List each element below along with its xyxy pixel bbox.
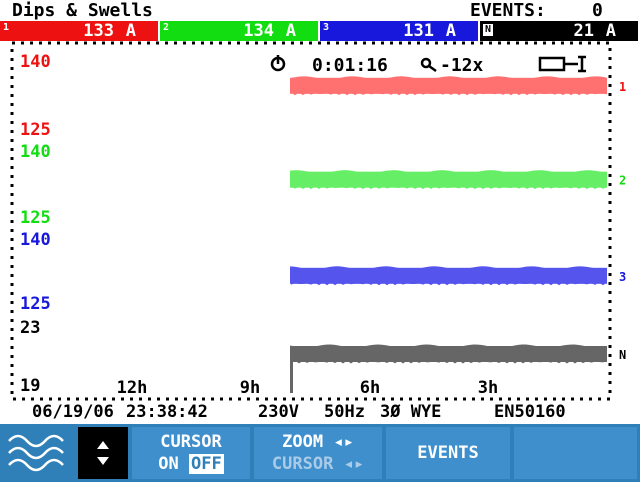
x-tick-label: 12h bbox=[117, 378, 148, 398]
trend-chart: 0:01:16 -12x 1401251140125214012532319N … bbox=[10, 41, 626, 401]
zoom-cursor-row: CURSOR ◂▸ bbox=[254, 453, 382, 475]
events-count: 0 bbox=[592, 0, 603, 21]
time-readout: 23:38:42 bbox=[126, 402, 208, 422]
zoom-button[interactable]: ZOOM ◂▸ CURSOR ◂▸ bbox=[254, 427, 382, 479]
reading-phase-3: 3 131 A bbox=[320, 21, 478, 41]
events-button[interactable]: EVENTS bbox=[386, 427, 510, 479]
reading-unit: A bbox=[605, 21, 616, 41]
zoom-icon bbox=[420, 57, 437, 73]
channel-index: 3 bbox=[323, 22, 330, 33]
axis-max-label: 140 bbox=[20, 52, 51, 72]
reading-value: 131 bbox=[403, 21, 434, 41]
reading-phase-2: 2 134 A bbox=[160, 21, 318, 41]
zoom-label: ZOOM bbox=[282, 432, 324, 452]
info-bar: 06/19/06 23:38:42 230V 50Hz 3Ø WYE EN501… bbox=[0, 400, 640, 424]
reading-value: 133 bbox=[83, 21, 114, 41]
up-down-button[interactable] bbox=[78, 427, 128, 479]
reading-phase-1: 1 133 A bbox=[0, 21, 158, 41]
limits-standard: EN50160 bbox=[494, 402, 566, 422]
timer-icon bbox=[270, 55, 286, 72]
zoom-cursor-label: CURSOR bbox=[271, 454, 334, 474]
screen-title: Dips & Swells bbox=[12, 0, 153, 21]
mains-power-icon bbox=[538, 55, 586, 73]
empty-softkey[interactable] bbox=[514, 427, 637, 479]
wiring-config: 3Ø WYE bbox=[380, 402, 442, 422]
channel-index: 1 bbox=[3, 22, 10, 33]
events-button-label: EVENTS bbox=[417, 443, 479, 463]
reading-unit: A bbox=[445, 21, 456, 41]
nominal-frequency: 50Hz bbox=[324, 402, 365, 422]
date-readout: 06/19/06 bbox=[32, 402, 114, 422]
channel-index: N bbox=[483, 24, 494, 36]
trend-plot: 0:01:16 -12x 140 125 1 140 125 2 140 125 3 23 19 N … bbox=[0, 41, 640, 425]
zoom-label-row: ZOOM ◂▸ bbox=[254, 431, 382, 453]
cursor-off-label: OFF bbox=[189, 454, 224, 474]
trend-band-edge bbox=[290, 266, 607, 286]
up-down-arrow-icon bbox=[97, 441, 109, 465]
nominal-voltage: 230V bbox=[258, 402, 299, 422]
reading-unit: A bbox=[285, 21, 296, 41]
reading-value: 21 bbox=[573, 21, 594, 41]
title-bar: Dips & Swells EVENTS: 0 bbox=[0, 0, 640, 21]
channel-index: 2 bbox=[163, 22, 170, 33]
reading-value: 134 bbox=[243, 21, 274, 41]
zoom-readout: -12x bbox=[440, 55, 484, 76]
reading-unit: A bbox=[125, 21, 136, 41]
left-right-arrow-icon: ◂▸ bbox=[343, 454, 365, 474]
axis-min-label: 125 bbox=[20, 208, 51, 228]
axis-min-label: 125 bbox=[20, 294, 51, 314]
reading-neutral: N 21 A bbox=[480, 21, 638, 41]
cursor-on-label: ON bbox=[158, 454, 179, 474]
softkey-bar: CURSOR ON OFF ZOOM ◂▸ CURSOR ◂▸ EVENTS bbox=[0, 424, 640, 482]
timer-readout: 0:01:16 bbox=[312, 55, 388, 76]
x-tick-label: 9h bbox=[240, 378, 260, 398]
trend-start-spike bbox=[290, 346, 293, 393]
events-label: EVENTS: bbox=[470, 0, 546, 21]
x-tick-label: 6h bbox=[360, 378, 380, 398]
cursor-state: ON OFF bbox=[132, 453, 250, 475]
trend-band-edge bbox=[290, 76, 607, 96]
axis-max-label: 140 bbox=[20, 142, 51, 162]
left-right-arrow-icon: ◂▸ bbox=[333, 432, 354, 452]
axis-max-label: 23 bbox=[20, 318, 40, 338]
reading-bar: 1 133 A 2 134 A 3 131 A N 21 A bbox=[0, 21, 640, 41]
waveform-icon bbox=[8, 434, 64, 472]
series-label-N: N bbox=[619, 348, 626, 362]
x-tick-label: 3h bbox=[478, 378, 498, 398]
trend-band-edge bbox=[290, 170, 607, 190]
series-label-2: 2 bbox=[619, 174, 626, 188]
series-label-1: 1 bbox=[619, 80, 626, 94]
axis-max-label: 140 bbox=[20, 230, 51, 250]
cursor-button[interactable]: CURSOR ON OFF bbox=[132, 427, 250, 479]
series-label-3: 3 bbox=[619, 270, 626, 284]
scope-mode-button[interactable] bbox=[3, 427, 75, 479]
cursor-label: CURSOR bbox=[160, 432, 222, 452]
axis-min-label: 125 bbox=[20, 120, 51, 140]
axis-min-label: 19 bbox=[20, 376, 40, 396]
